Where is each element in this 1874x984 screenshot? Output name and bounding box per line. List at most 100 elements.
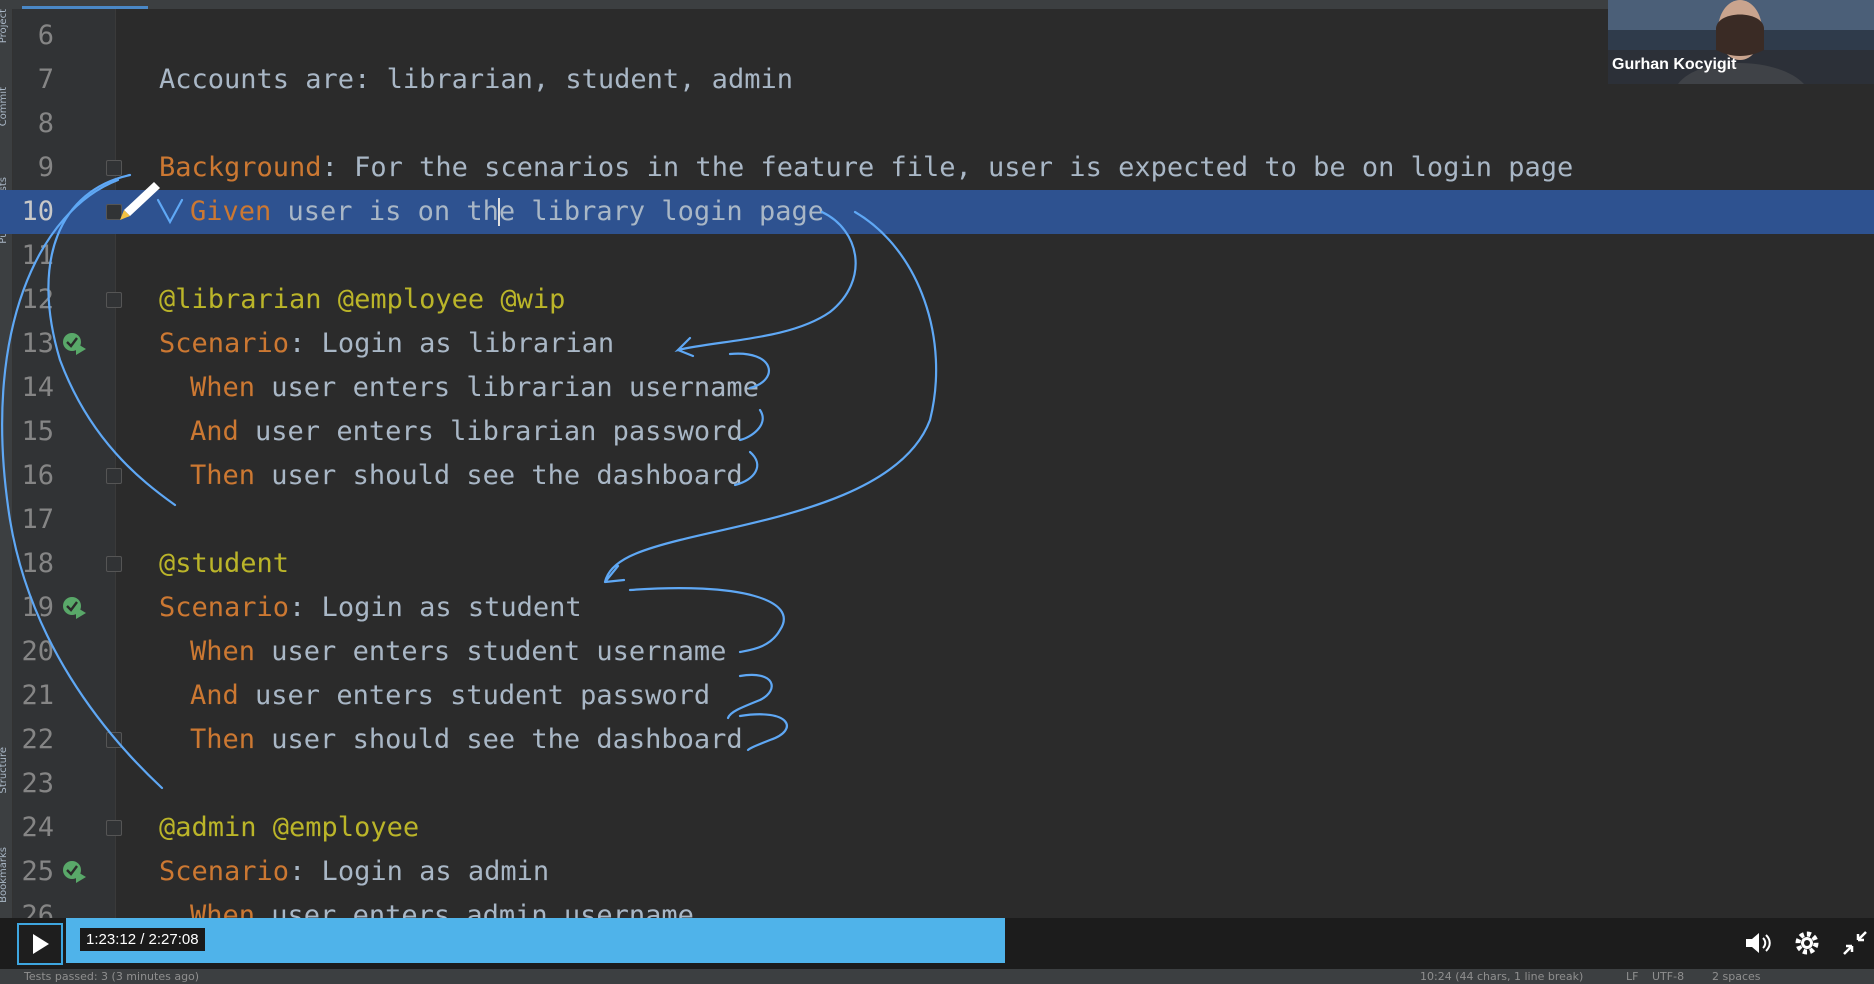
- code-token: : Login as librarian: [289, 328, 615, 359]
- gherkin-keyword: Background: [159, 152, 322, 183]
- code-line[interactable]: 9 Background: For the scenarios in the fe…: [0, 146, 1874, 190]
- code-line[interactable]: 10 Given user is on the library login pag…: [0, 190, 1874, 234]
- code-line[interactable]: 12 @librarian @employee @wip: [0, 278, 1874, 322]
- gherkin-keyword: Scenario: [159, 328, 290, 359]
- run-scenario-icon[interactable]: [62, 595, 88, 621]
- code-text[interactable]: Scenario: Login as librarian: [159, 322, 614, 366]
- code-line[interactable]: 16 Then user should see the dashboard: [0, 454, 1874, 498]
- editor-tab-bar: [0, 0, 1874, 9]
- code-text[interactable]: When user enters student username: [190, 630, 726, 674]
- line-number[interactable]: 12: [14, 278, 54, 322]
- fold-marker-icon[interactable]: [106, 204, 122, 220]
- code-text[interactable]: Then user should see the dashboard: [190, 718, 743, 762]
- line-number[interactable]: 18: [14, 542, 54, 586]
- line-number[interactable]: 24: [14, 806, 54, 850]
- code-line[interactable]: 15 And user enters librarian password: [0, 410, 1874, 454]
- line-number[interactable]: 23: [14, 762, 54, 806]
- code-token: user should see the dashboard: [255, 724, 743, 755]
- code-line[interactable]: 22 Then user should see the dashboard: [0, 718, 1874, 762]
- code-text[interactable]: When user enters librarian username: [190, 366, 759, 410]
- text-caret: [498, 198, 500, 226]
- line-number[interactable]: 11: [14, 234, 54, 278]
- code-token: : Login as student: [289, 592, 582, 623]
- fold-marker-icon[interactable]: [106, 820, 122, 836]
- line-number[interactable]: 15: [14, 410, 54, 454]
- indent-setting[interactable]: 2 spaces: [1712, 969, 1761, 984]
- code-text[interactable]: Accounts are: librarian, student, admin: [159, 58, 793, 102]
- line-number[interactable]: 14: [14, 366, 54, 410]
- code-line[interactable]: 11: [0, 234, 1874, 278]
- code-text[interactable]: @student: [159, 542, 289, 586]
- code-line[interactable]: 20 When user enters student username: [0, 630, 1874, 674]
- gherkin-tag: @student: [159, 548, 290, 579]
- play-button[interactable]: [17, 923, 63, 965]
- gherkin-keyword: When: [190, 636, 256, 667]
- code-line[interactable]: 23: [0, 762, 1874, 806]
- line-number[interactable]: 19: [14, 586, 54, 630]
- code-text[interactable]: Background: For the scenarios in the fea…: [159, 146, 1573, 190]
- line-separator[interactable]: LF: [1626, 969, 1638, 984]
- run-scenario-icon[interactable]: [62, 859, 88, 885]
- play-icon: [33, 934, 49, 954]
- code-line[interactable]: 25 Scenario: Login as admin: [0, 850, 1874, 894]
- gherkin-keyword: Scenario: [159, 856, 290, 887]
- code-token: Accounts are: librarian, student, admin: [159, 64, 793, 95]
- code-text[interactable]: Then user should see the dashboard: [190, 454, 743, 498]
- fold-marker-icon[interactable]: [106, 556, 122, 572]
- gherkin-keyword: Then: [190, 460, 256, 491]
- code-text[interactable]: @librarian @employee @wip: [159, 278, 565, 322]
- fold-marker-icon[interactable]: [106, 160, 122, 176]
- line-number[interactable]: 22: [14, 718, 54, 762]
- line-number[interactable]: 17: [14, 498, 54, 542]
- code-token: user should see the dashboard: [255, 460, 743, 491]
- caret-position[interactable]: 10:24 (44 chars, 1 line break): [1420, 969, 1583, 984]
- code-token: user is on the library login page: [271, 196, 824, 227]
- line-number[interactable]: 16: [14, 454, 54, 498]
- code-line[interactable]: 13 Scenario: Login as librarian: [0, 322, 1874, 366]
- gherkin-tag: @librarian @employee @wip: [159, 284, 566, 315]
- volume-icon[interactable]: [1742, 928, 1772, 958]
- code-line[interactable]: 24 @admin @employee: [0, 806, 1874, 850]
- webcam-overlay: Gurhan Kocyigit: [1608, 0, 1874, 84]
- code-line[interactable]: 18 @student: [0, 542, 1874, 586]
- code-text[interactable]: Scenario: Login as admin: [159, 850, 549, 894]
- fold-marker-icon[interactable]: [106, 468, 122, 484]
- gherkin-keyword: And: [190, 680, 239, 711]
- settings-icon[interactable]: [1792, 928, 1822, 958]
- code-token: : Login as admin: [289, 856, 550, 887]
- code-line[interactable]: 6: [0, 14, 1874, 58]
- line-number[interactable]: 7: [14, 58, 54, 102]
- line-number[interactable]: 20: [14, 630, 54, 674]
- code-line[interactable]: 8: [0, 102, 1874, 146]
- line-number[interactable]: 13: [14, 322, 54, 366]
- code-text[interactable]: Given user is on the library login page: [190, 190, 824, 234]
- line-number[interactable]: 21: [14, 674, 54, 718]
- line-number[interactable]: 9: [14, 146, 54, 190]
- code-token: user enters student password: [238, 680, 711, 711]
- code-text[interactable]: And user enters student password: [190, 674, 710, 718]
- exit-fullscreen-icon[interactable]: [1840, 928, 1870, 958]
- test-status[interactable]: Tests passed: 3 (3 minutes ago): [24, 969, 199, 984]
- file-encoding[interactable]: UTF-8: [1652, 969, 1684, 984]
- gherkin-tag: @admin @employee: [159, 812, 420, 843]
- code-line[interactable]: 21 And user enters student password: [0, 674, 1874, 718]
- time-display: 1:23:12 / 2:27:08: [80, 928, 205, 951]
- presenter-name: Gurhan Kocyigit: [1612, 56, 1737, 73]
- run-scenario-icon[interactable]: [62, 331, 88, 357]
- line-number[interactable]: 10: [14, 190, 54, 234]
- line-number[interactable]: 6: [14, 14, 54, 58]
- video-player-controls: 1:23:12 / 2:27:08: [0, 918, 1874, 969]
- line-number[interactable]: 25: [14, 850, 54, 894]
- ide-status-bar: Tests passed: 3 (3 minutes ago) 10:24 (4…: [0, 969, 1874, 984]
- fold-marker-icon[interactable]: [106, 292, 122, 308]
- fold-marker-icon[interactable]: [106, 732, 122, 748]
- code-text[interactable]: And user enters librarian password: [190, 410, 743, 454]
- line-number[interactable]: 8: [14, 102, 54, 146]
- code-line[interactable]: 17: [0, 498, 1874, 542]
- code-line[interactable]: 19 Scenario: Login as student: [0, 586, 1874, 630]
- code-line[interactable]: 14 When user enters librarian username: [0, 366, 1874, 410]
- code-text[interactable]: @admin @employee: [159, 806, 419, 850]
- code-text[interactable]: Scenario: Login as student: [159, 586, 582, 630]
- code-line[interactable]: 7 Accounts are: librarian, student, admin: [0, 58, 1874, 102]
- progress-fill[interactable]: [66, 918, 1005, 963]
